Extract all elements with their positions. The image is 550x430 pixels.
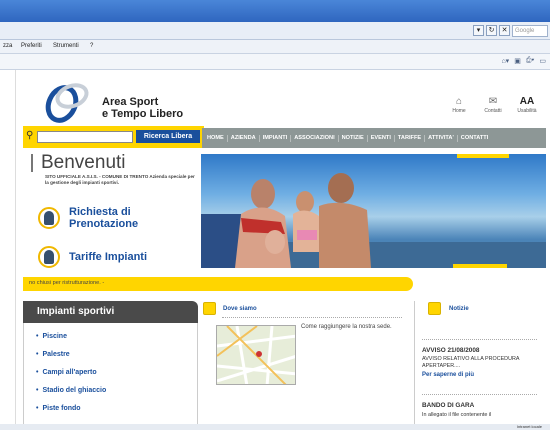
web-page: Area Sport e Tempo Libero ⌂ Home ✉ Conta…	[15, 70, 546, 424]
nav-eventi[interactable]: EVENTI	[368, 134, 395, 142]
main-nav: HOME AZIENDA IMPIANTI ASSOCIAZIONI NOTIZ…	[202, 128, 546, 148]
hero-accent-bottom	[453, 264, 507, 268]
news-title[interactable]: Notizie	[449, 306, 469, 312]
menu-partial[interactable]: zza	[3, 43, 12, 49]
refresh-icon[interactable]: ↻	[486, 25, 497, 36]
status-zone: Intranet locale	[516, 424, 542, 429]
menu-favorites[interactable]: Preferiti	[21, 43, 42, 49]
browser-toolbar: ⌂▾ ▣ ⎙▾ ▭	[0, 54, 550, 70]
booking-label-2: Prenotazione	[69, 218, 139, 230]
browser-status-bar: Intranet locale	[0, 424, 550, 430]
stop-icon[interactable]: ✕	[499, 25, 510, 36]
hero-accent-top	[457, 154, 509, 158]
booking-label-1: Richiesta di	[69, 206, 131, 218]
dropdown-icon[interactable]: ▾	[473, 25, 484, 36]
site-search-input[interactable]	[37, 131, 133, 143]
fees-label: Tariffe Impianti	[69, 251, 148, 263]
address-bar: ▾ ↻ ✕ Google	[0, 22, 550, 40]
family-photo	[201, 173, 371, 268]
nav-home[interactable]: HOME	[204, 134, 228, 142]
feeds-tool-icon[interactable]: ▣	[514, 57, 521, 65]
browser-title-bar	[0, 0, 550, 22]
news-item-2-text: In allegato il file contenente il	[422, 412, 492, 418]
logo-line-1: Area Sport	[102, 96, 159, 108]
facilities-heading: Impianti sportivi	[23, 301, 198, 323]
facility-link-palestre[interactable]: Palestre	[36, 351, 69, 358]
facilities-list: Piscine Palestre Campi all'aperto Stadio…	[23, 323, 198, 424]
nav-azienda[interactable]: AZIENDA	[228, 134, 260, 142]
home-icon: ⌂	[455, 96, 463, 107]
news-item-2-title: BANDO DI GARA	[422, 402, 475, 409]
nav-contatti[interactable]: CONTATTI	[458, 135, 491, 142]
where-text: Come raggiungere la nostra sede.	[301, 324, 392, 330]
accessibility-link[interactable]: AA Usabilità	[515, 96, 539, 114]
accessibility-icon: AA	[519, 96, 535, 107]
logo-rings-icon	[45, 83, 89, 123]
location-map[interactable]	[216, 325, 296, 385]
news-divider	[422, 339, 537, 340]
site-search: ⚲ Ricerca Libera	[23, 126, 204, 148]
person-icon	[38, 246, 60, 268]
welcome-subtitle: SITO UFFICIALE A.S.I.S. - COMUNE DI TREN…	[45, 174, 195, 185]
key-icon: ⚲	[26, 130, 34, 141]
page-tool-icon[interactable]: ▭	[539, 57, 546, 65]
facility-link-campi[interactable]: Campi all'aperto	[36, 369, 96, 376]
home-label: Home	[452, 108, 466, 114]
facility-link-piscine[interactable]: Piscine	[36, 333, 67, 340]
facility-link-fondo[interactable]: Piste fondo	[36, 405, 80, 412]
section-marker-icon	[203, 302, 216, 315]
browser-menu-bar: zza Preferiti Strumenti ?	[0, 40, 550, 54]
hero-image	[201, 154, 546, 268]
home-link[interactable]: ⌂ Home	[447, 96, 471, 114]
browser-search-input[interactable]: Google	[512, 25, 548, 37]
news-divider	[422, 394, 537, 395]
fees-link[interactable]: Tariffe Impianti	[38, 246, 147, 268]
where-divider	[222, 317, 402, 318]
news-item-1-text: AVVISO RELATIVO ALLA PROCEDURA APERTAPER…	[422, 356, 520, 369]
home-tool-icon[interactable]: ⌂▾	[501, 57, 509, 65]
header-icons: ⌂ Home ✉ Contatti AA Usabilità	[447, 96, 539, 114]
print-tool-icon[interactable]: ⎙▾	[526, 57, 535, 65]
page-title: Benvenuti	[41, 152, 126, 173]
news-ticker[interactable]: no chiusi per ristrutturazione. -	[23, 277, 413, 291]
person-icon	[38, 207, 60, 229]
nav-impianti[interactable]: IMPIANTI	[260, 134, 292, 142]
welcome-divider	[31, 154, 33, 172]
news-column-border	[414, 301, 415, 424]
nav-tariffe[interactable]: TARIFFE	[395, 134, 426, 142]
contacts-icon: ✉	[488, 96, 498, 107]
news-item-1-title: AVVISO 21/08/2008	[422, 347, 480, 354]
nav-associazioni[interactable]: ASSOCIAZIONI	[291, 134, 339, 142]
accessibility-label: Usabilità	[517, 108, 537, 114]
where-title[interactable]: Dove siamo	[223, 306, 257, 312]
nav-notizie[interactable]: NOTIZIE	[339, 134, 368, 142]
search-button[interactable]: Ricerca Libera	[136, 130, 200, 143]
menu-help[interactable]: ?	[90, 43, 93, 49]
contacts-label: Contatti	[484, 108, 502, 114]
map-graphic	[217, 326, 295, 384]
menu-tools[interactable]: Strumenti	[53, 43, 79, 49]
facility-link-ghiaccio[interactable]: Stadio del ghiaccio	[36, 387, 106, 394]
logo-line-2: e Tempo Libero	[102, 108, 184, 120]
contacts-link[interactable]: ✉ Contatti	[481, 96, 505, 114]
news-item-1-link[interactable]: Per saperne di più	[422, 372, 474, 378]
booking-link[interactable]: Richiesta di Prenotazione	[38, 206, 138, 230]
nav-attivita[interactable]: ATTIVITA'	[425, 134, 458, 142]
section-marker-icon	[428, 302, 441, 315]
